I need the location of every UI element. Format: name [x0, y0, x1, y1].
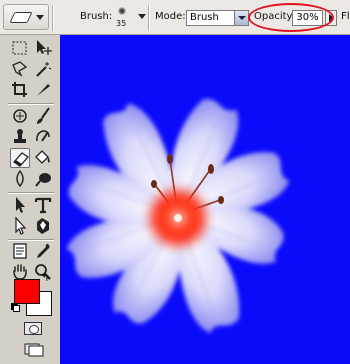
path-select-icon[interactable] — [10, 195, 30, 215]
opacity-highlight-annotation — [248, 3, 334, 32]
eraser-tool-icon[interactable] — [10, 148, 30, 168]
magic-wand-icon[interactable] — [33, 59, 53, 79]
quick-mask-icon[interactable] — [24, 322, 42, 335]
chevron-down-icon — [36, 15, 44, 20]
move-icon[interactable] — [33, 38, 53, 58]
flower-image — [66, 98, 290, 334]
blur-icon[interactable] — [10, 169, 30, 189]
dodge-icon[interactable] — [33, 169, 53, 189]
options-bar: Brush: 35 Mode: Brush Opacity: 30% Fl — [0, 0, 350, 35]
history-brush-icon[interactable] — [33, 127, 53, 147]
chevron-down-icon[interactable] — [234, 11, 248, 25]
default-colors-icon[interactable] — [11, 303, 20, 312]
eraser-icon — [9, 12, 33, 23]
document-canvas[interactable] — [60, 35, 350, 364]
crop-icon[interactable] — [10, 80, 30, 100]
direct-select-icon[interactable] — [10, 216, 30, 236]
swap-colors-icon[interactable]: ↰ — [41, 273, 49, 284]
foreground-color-swatch[interactable] — [14, 279, 40, 304]
mode-value: Brush — [190, 12, 219, 23]
tool-preset-picker[interactable] — [3, 4, 49, 30]
rect-marquee-icon[interactable] — [10, 38, 30, 58]
divider — [52, 5, 54, 31]
brush-icon[interactable] — [33, 106, 53, 126]
screen-mode-icon[interactable] — [24, 342, 44, 357]
notes-icon[interactable] — [10, 241, 30, 261]
clone-stamp-icon[interactable] — [10, 127, 30, 147]
eyedropper-icon[interactable] — [33, 241, 53, 261]
brush-label: Brush: — [80, 11, 113, 22]
slice-icon[interactable] — [33, 80, 53, 100]
type-icon[interactable] — [33, 195, 53, 215]
healing-brush-icon[interactable] — [10, 106, 30, 126]
lasso-icon[interactable] — [10, 59, 30, 79]
divider — [8, 103, 54, 105]
divider — [8, 192, 54, 194]
toolbox: ↰ — [0, 35, 60, 364]
mode-select[interactable]: Brush — [186, 10, 249, 26]
custom-shape-icon[interactable] — [33, 216, 53, 236]
flow-label: Fl — [341, 11, 350, 22]
brush-preview-icon[interactable] — [118, 7, 126, 15]
divider — [148, 5, 150, 31]
paint-bucket-icon[interactable] — [33, 148, 53, 168]
brush-picker-arrow-icon[interactable] — [138, 14, 146, 19]
brush-size: 35 — [116, 19, 127, 28]
mode-label: Mode: — [155, 11, 186, 22]
